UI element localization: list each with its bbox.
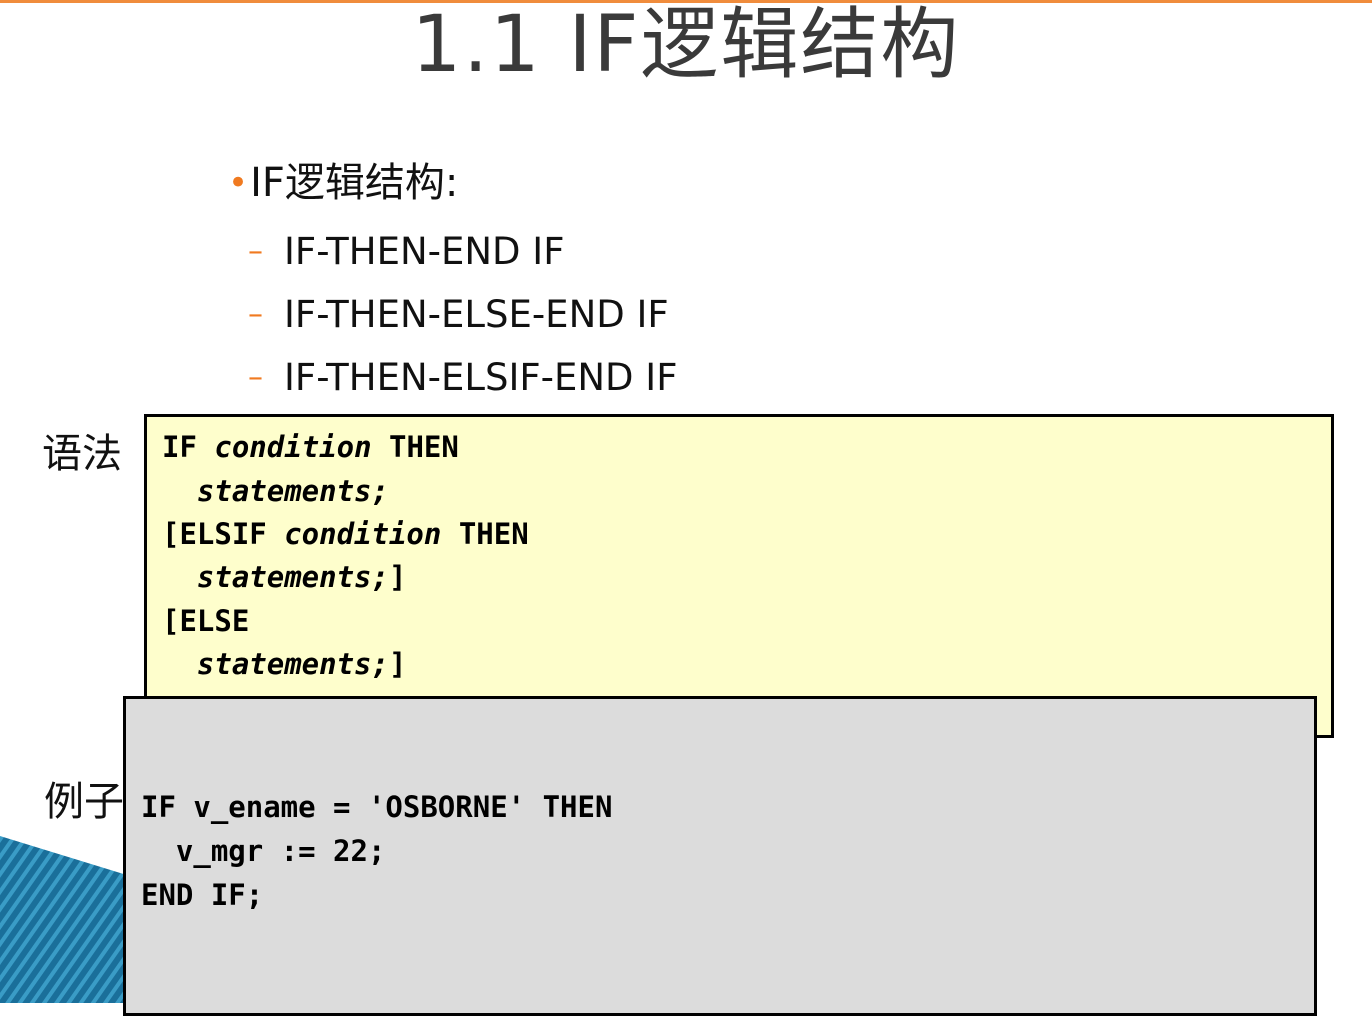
sub-bullet-list: – IF-THEN-END IF – IF-THEN-ELSE-END IF –… <box>248 220 848 409</box>
dash-icon: – <box>248 297 263 332</box>
example-line: v_mgr := 22; <box>141 834 386 868</box>
sub-bullet-item: – IF-THEN-END IF <box>248 220 848 283</box>
example-line: IF v_ename = 'OSBORNE' THEN <box>141 790 613 824</box>
decorative-blue-wedge <box>0 836 130 1003</box>
example-code-box: IF v_ename = 'OSBORNE' THEN v_mgr := 22;… <box>123 696 1317 1016</box>
bullet-main: • IF逻辑结构: <box>228 154 458 212</box>
slide-title: 1.1 IF逻辑结构 <box>411 0 961 90</box>
bullet-block: • IF逻辑结构: – IF-THEN-END IF – IF-THEN-ELS… <box>228 154 678 399</box>
sub-bullet-text: IF-THEN-END IF <box>284 230 565 273</box>
sub-bullet-item: – IF-THEN-ELSE-END IF <box>248 283 848 346</box>
syntax-label: 语法 <box>42 431 122 477</box>
sub-bullet-text: IF-THEN-ELSE-END IF <box>284 293 669 336</box>
dash-icon: – <box>248 360 263 395</box>
syntax-line: IF condition THEN <box>162 430 459 464</box>
example-line: END IF; <box>141 878 264 912</box>
example-label: 例子 <box>44 779 124 825</box>
dash-icon: – <box>248 234 263 269</box>
syntax-line: statements;] <box>196 560 407 594</box>
syntax-line: statements; <box>196 474 389 508</box>
sub-bullet-text: IF-THEN-ELSIF-END IF <box>284 356 678 399</box>
syntax-line: statements;] <box>196 647 407 681</box>
sub-bullet-item: – IF-THEN-ELSIF-END IF <box>248 346 848 409</box>
syntax-code-box: IF condition THEN statements; [ELSIF con… <box>144 414 1334 738</box>
syntax-line: [ELSIF condition THEN <box>162 517 529 551</box>
bullet-main-label: IF逻辑结构: <box>250 160 459 206</box>
syntax-line: [ELSE <box>162 604 250 638</box>
bullet-dot-icon: • <box>228 163 249 203</box>
